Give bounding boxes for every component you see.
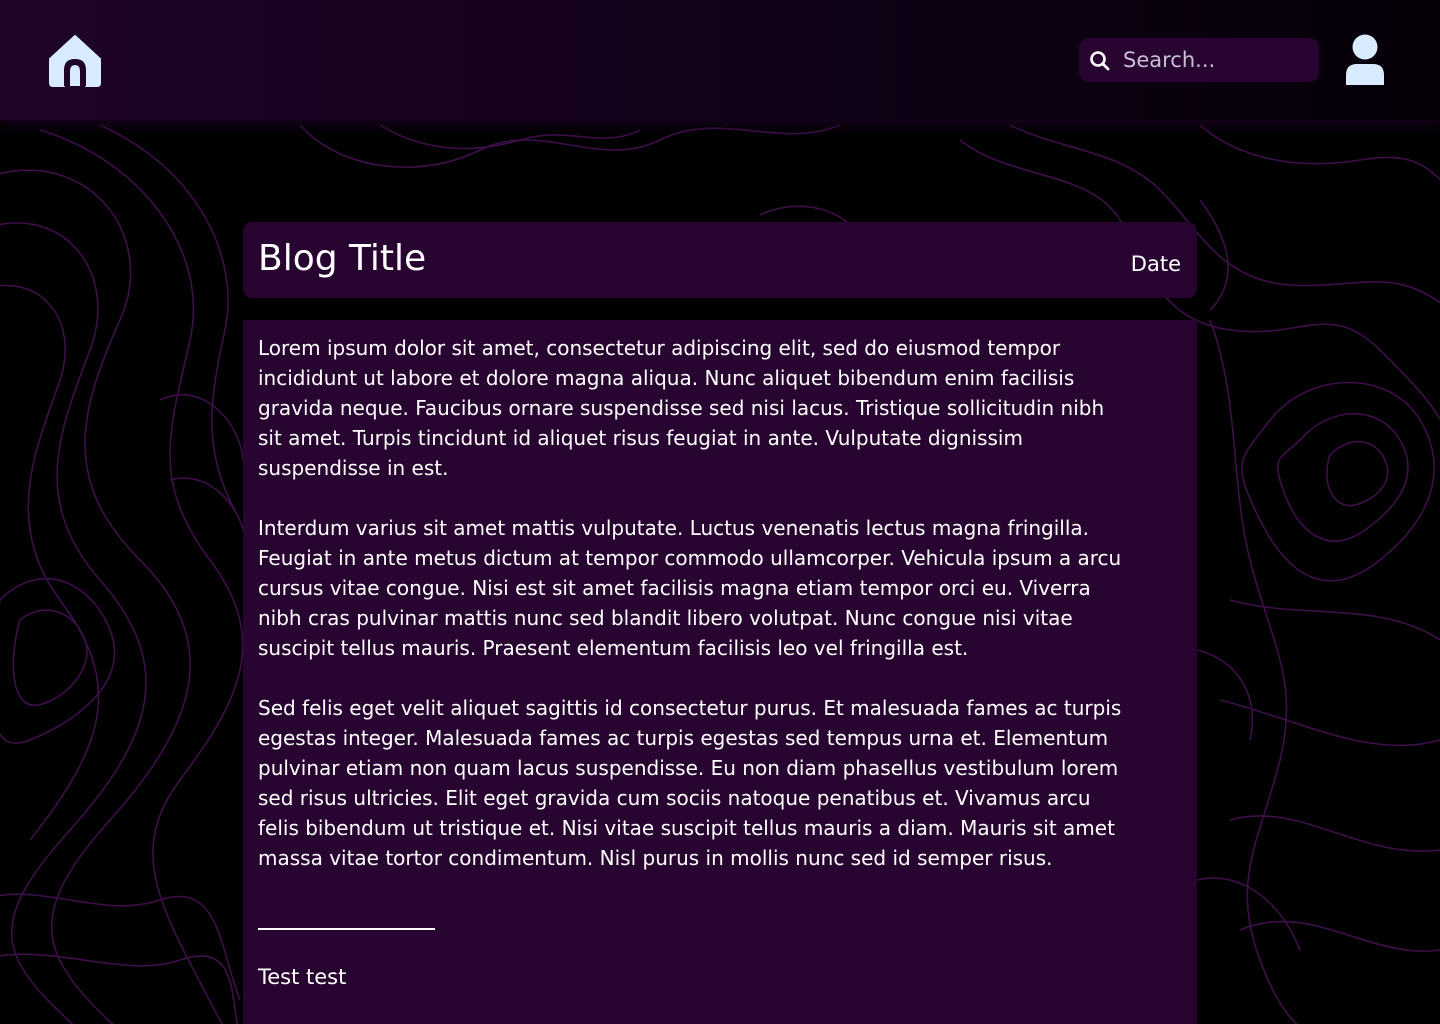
post-date: Date — [1130, 252, 1181, 276]
search-icon — [1090, 51, 1110, 71]
user-account-button[interactable] — [1338, 33, 1392, 89]
post-paragraph: Lorem ipsum dolor sit amet, consectetur … — [258, 336, 1105, 480]
post-paragraph: Sed felis eget velit aliquet sagittis id… — [258, 696, 1122, 870]
post-title: Blog Title — [258, 238, 427, 279]
search-input[interactable] — [1119, 42, 1317, 78]
home-button[interactable] — [46, 32, 104, 90]
post-paragraph: Interdum varius sit amet mattis vulputat… — [258, 516, 1122, 660]
signature-divider — [258, 928, 435, 930]
post-header-card: Blog Title Date — [243, 222, 1197, 298]
user-icon — [1346, 34, 1384, 85]
post-signature: Test test — [258, 965, 347, 989]
blog-page: Blog Title Date Lorem ipsum dolor sit am… — [0, 0, 1440, 1024]
post-content-card: Lorem ipsum dolor sit amet, consectetur … — [243, 320, 1197, 1024]
search-bar[interactable] — [1079, 38, 1319, 82]
home-icon — [49, 35, 101, 87]
top-navigation-bar — [0, 0, 1440, 120]
